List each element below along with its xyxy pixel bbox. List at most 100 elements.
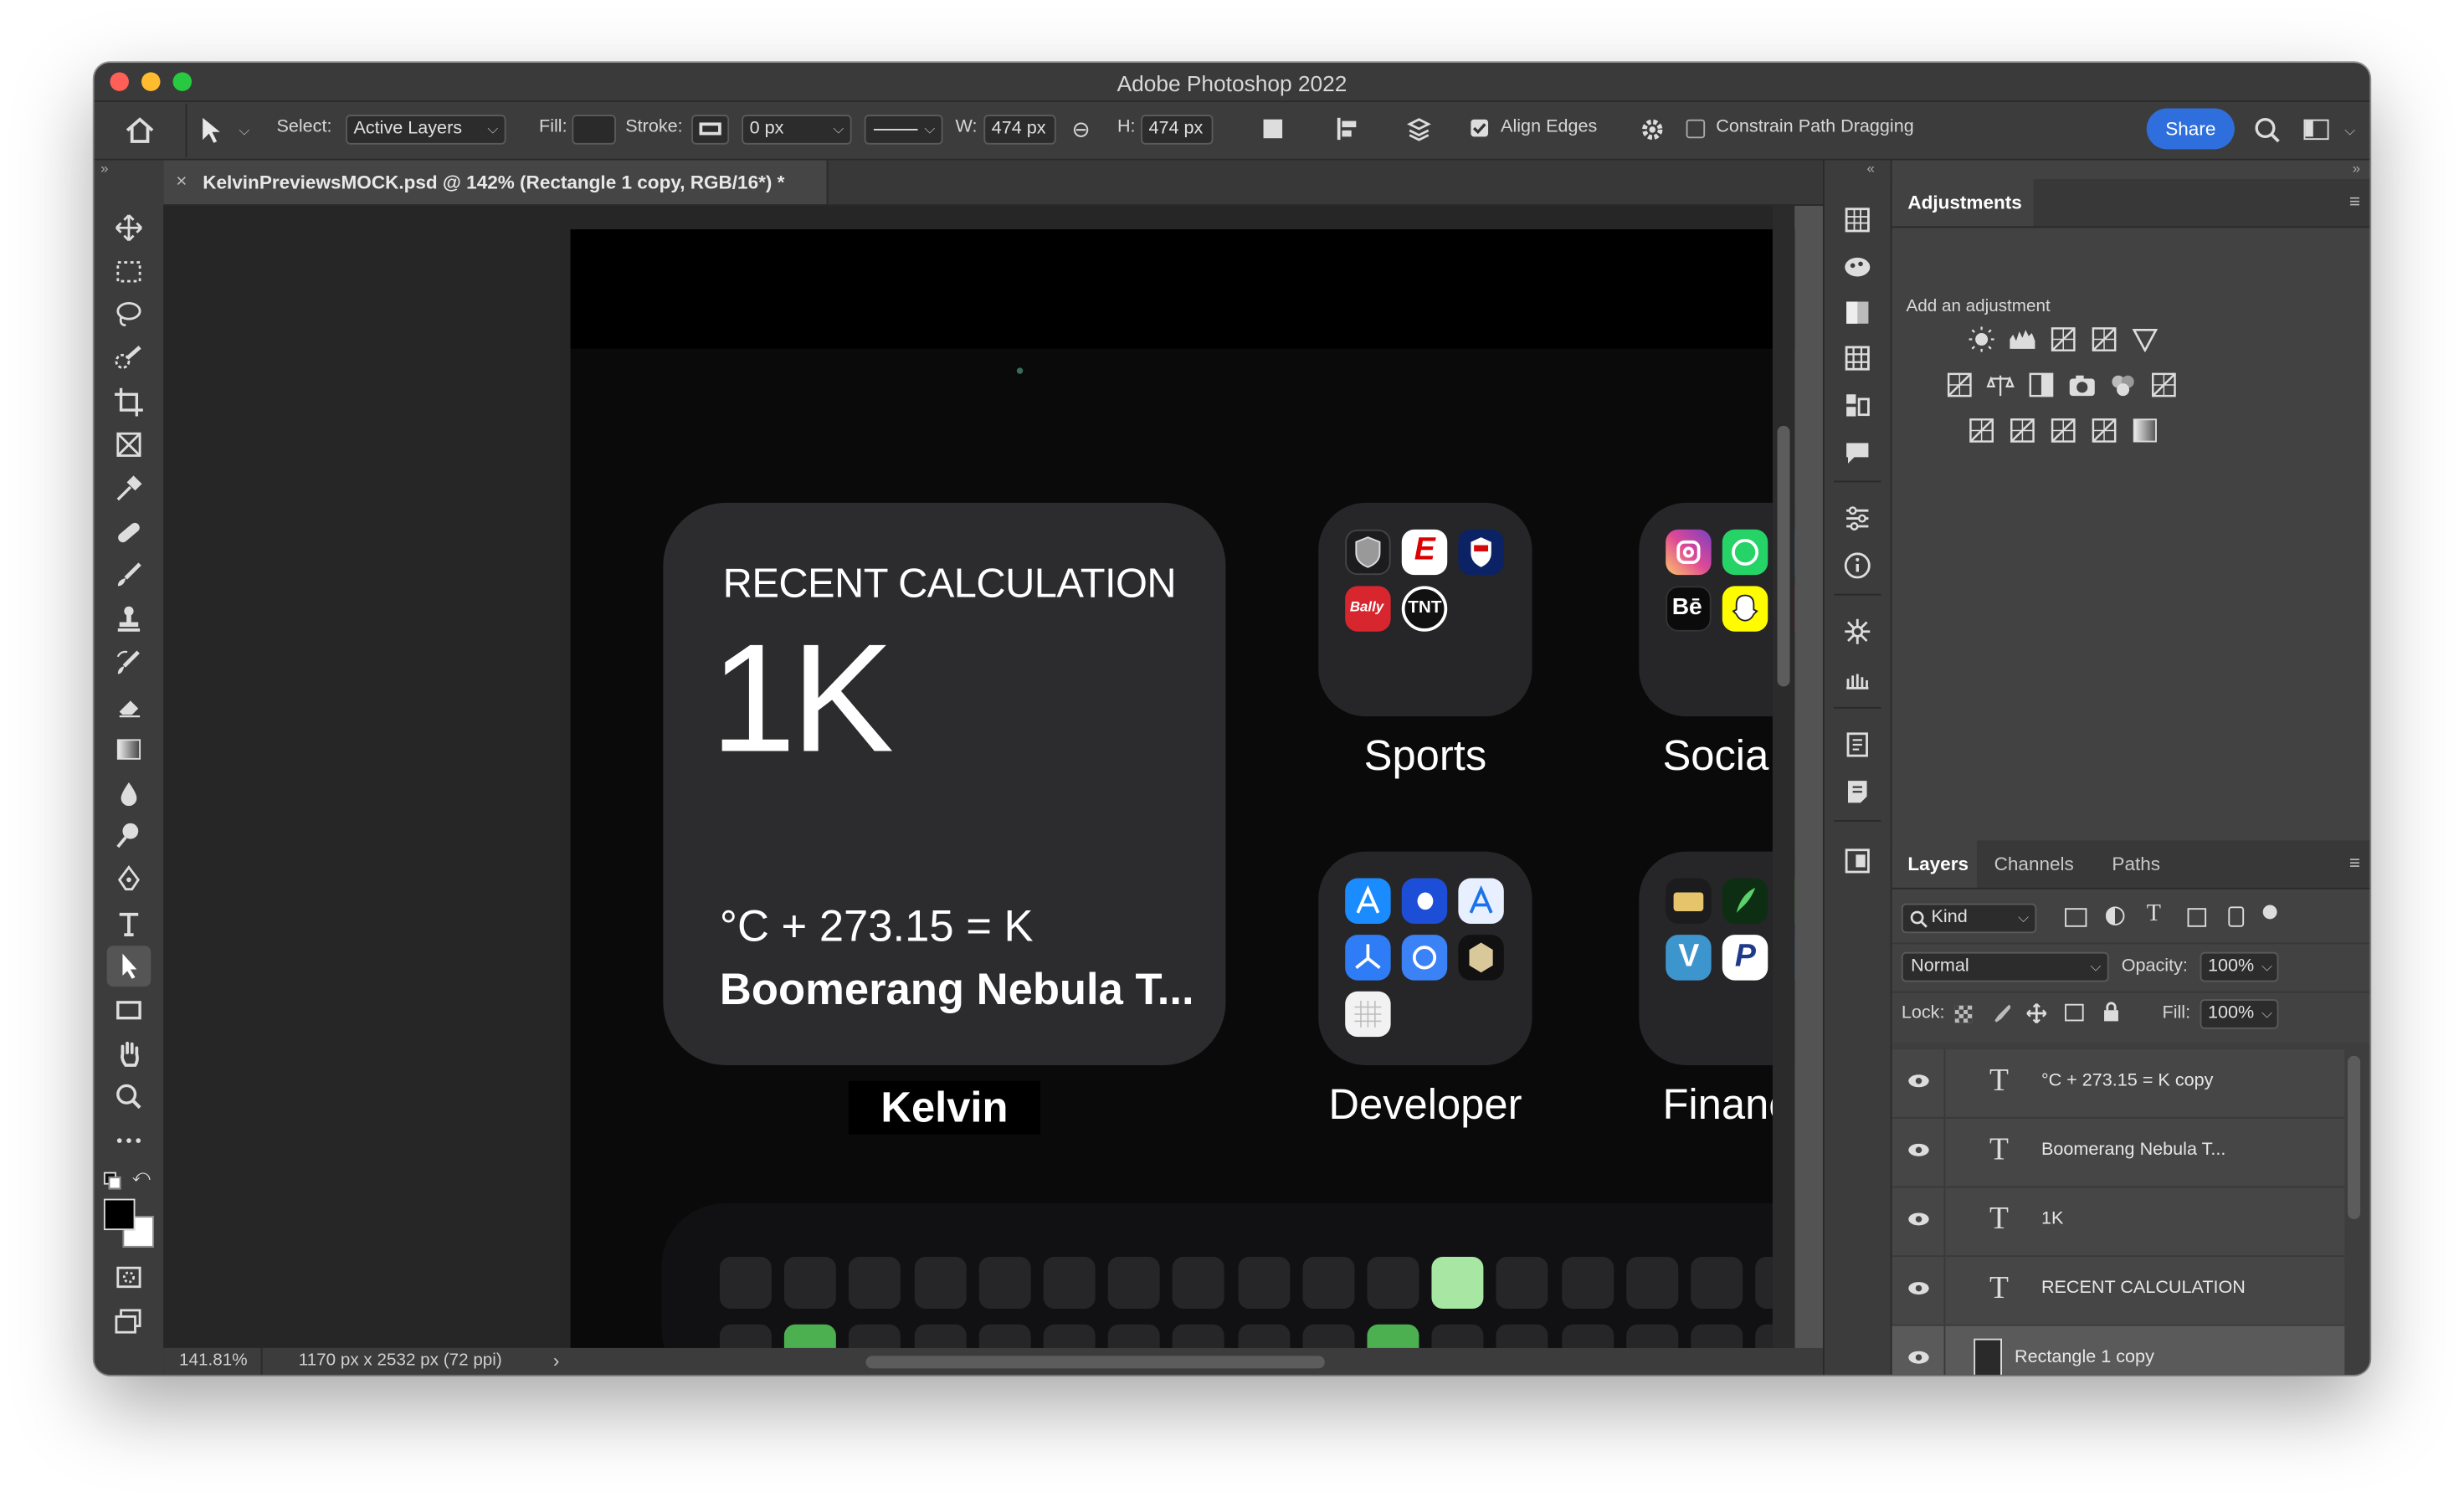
gradient-map-icon[interactable] (2131, 418, 2159, 443)
shape-layer-thumbnail[interactable] (1974, 1338, 2002, 1375)
artboard[interactable]: RECENT CALCULATION 1K °C + 273.15 = K Bo… (570, 229, 1795, 1348)
exposure-icon[interactable] (2090, 327, 2118, 352)
layers-menu-icon[interactable]: ≡ (2349, 852, 2360, 874)
layers-tab[interactable]: Layers (1907, 854, 1969, 875)
direct-selection-icon[interactable] (198, 115, 227, 146)
quick-selection-tool-icon[interactable] (107, 338, 151, 379)
glyphs-panel-icon[interactable] (1841, 729, 1873, 761)
link-icon[interactable]: ⊖ (1071, 116, 1090, 143)
libraries-panel-icon[interactable] (1841, 390, 1873, 422)
invert-icon[interactable] (1968, 418, 1996, 443)
fill-swatch[interactable] (572, 115, 616, 145)
close-tab-icon[interactable]: × (176, 170, 187, 192)
vertical-scrollbar[interactable] (1772, 205, 1795, 1348)
workspace-icon[interactable] (2303, 119, 2329, 141)
vertical-scroll-thumb[interactable] (1777, 425, 1790, 687)
panel-menu-icon[interactable]: ≡ (2349, 190, 2360, 212)
patterns-panel-icon[interactable] (1841, 342, 1873, 374)
gradient-tool-icon[interactable] (107, 729, 151, 770)
layers-list[interactable]: T °C + 273.15 = K copy T Boomerang Nebula T… (1892, 1043, 2370, 1375)
paragraph-panel-icon[interactable] (1841, 777, 1873, 808)
filter-type-icon[interactable]: T (2147, 902, 2161, 929)
canvas-area[interactable]: RECENT CALCULATION 1K °C + 273.15 = K Bo… (163, 205, 1795, 1348)
filter-adjustment-icon[interactable] (2105, 906, 2125, 925)
workspace-chevron-icon[interactable]: ⌵ (2344, 122, 2355, 140)
brightness-contrast-icon[interactable] (1968, 326, 1996, 352)
filter-shape-icon[interactable] (2187, 908, 2207, 927)
gear-icon[interactable] (1639, 116, 1666, 143)
posterize-icon[interactable] (2009, 418, 2037, 443)
stroke-width-field[interactable]: 0 px ⌵ (742, 115, 852, 145)
channels-tab[interactable]: Channels (1994, 854, 2074, 875)
rectangle-tool-icon[interactable] (107, 990, 151, 1031)
layer-row[interactable]: T °C + 273.15 = K copy (1892, 1049, 2345, 1119)
threshold-icon[interactable] (2049, 418, 2077, 443)
zoom-tool-icon[interactable] (107, 1076, 151, 1117)
adjustments-tab[interactable]: Adjustments (1907, 192, 2021, 213)
home-icon[interactable] (122, 113, 157, 147)
layer-row[interactable]: T 1K (1892, 1187, 2345, 1258)
color-panel-icon[interactable] (1841, 250, 1873, 282)
kelvin-widget[interactable]: RECENT CALCULATION 1K °C + 273.15 = K Bo… (663, 502, 1226, 1065)
sports-folder[interactable]: E Bally TNT (1318, 502, 1532, 717)
visibility-eye-icon[interactable] (1907, 1142, 1929, 1158)
stroke-type-dropdown[interactable]: ⌵ (864, 115, 943, 145)
blend-mode-dropdown[interactable]: Normal ⌵ (1901, 951, 2109, 982)
brushes-panel-icon[interactable] (1841, 663, 1873, 695)
share-button[interactable]: Share (2146, 108, 2235, 150)
lock-transparent-icon[interactable] (1954, 1005, 1973, 1023)
info-panel-icon[interactable] (1841, 550, 1873, 582)
chevron-down-icon[interactable]: ⌵ (239, 122, 249, 140)
fill-field[interactable]: 100% ⌵ (2200, 999, 2279, 1029)
path-arrangement-icon[interactable] (1405, 115, 1434, 143)
layer-row[interactable]: Rectangle 1 copy (1892, 1325, 2345, 1375)
comments-panel-icon[interactable] (1841, 437, 1873, 469)
path-selection-tool-icon[interactable] (106, 946, 151, 987)
layer-filter-dropdown[interactable]: Kind ⌵ (1901, 903, 2037, 934)
collapse-strip-icon[interactable]: « (1867, 161, 1875, 177)
history-brush-tool-icon[interactable] (107, 643, 151, 684)
swatches-panel-icon[interactable] (1841, 297, 1873, 329)
collapse-icon[interactable]: » (100, 161, 108, 177)
document-tab[interactable]: × KelvinPreviewsMOCK.psd @ 142% (Rectang… (163, 160, 829, 205)
frame-tool-icon[interactable] (107, 424, 151, 465)
select-dropdown[interactable]: Active Layers ⌵ (346, 115, 506, 145)
filter-toggle-icon[interactable] (2262, 905, 2277, 920)
layer-row[interactable]: T Boomerang Nebula T... (1892, 1118, 2345, 1188)
swap-colors-icon[interactable]: ⤺ (132, 1167, 151, 1187)
hand-tool-icon[interactable] (107, 1033, 151, 1074)
healing-brush-tool-icon[interactable] (107, 512, 151, 553)
color-balance-icon[interactable] (1986, 372, 2015, 397)
filter-pixel-icon[interactable] (2065, 908, 2087, 927)
path-alignment-icon[interactable] (1336, 116, 1361, 141)
brush-tool-icon[interactable] (107, 555, 151, 596)
developer-folder[interactable] (1318, 851, 1532, 1065)
more-tools-icon[interactable] (107, 1120, 151, 1161)
screen-mode-icon[interactable] (107, 1301, 151, 1342)
visibility-eye-icon[interactable] (1907, 1350, 1929, 1366)
eraser-tool-icon[interactable] (107, 685, 151, 726)
lock-all-icon[interactable] (2101, 1001, 2121, 1023)
selective-color-icon[interactable] (2090, 418, 2118, 443)
visibility-eye-icon[interactable] (1907, 1212, 1929, 1228)
collapse-panels-icon[interactable]: » (2353, 161, 2360, 177)
lock-artboard-icon[interactable] (2065, 1003, 2084, 1022)
lasso-tool-icon[interactable] (107, 294, 151, 335)
dodge-tool-icon[interactable] (107, 815, 151, 856)
finance-folder[interactable]: V P (1639, 851, 1795, 1065)
quick-mask-icon[interactable] (107, 1257, 151, 1298)
vibrance-icon[interactable] (2131, 327, 2159, 353)
histogram-panel-icon[interactable] (1841, 204, 1873, 236)
hue-saturation-icon[interactable] (1945, 372, 1974, 397)
width-field[interactable]: 474 px (983, 115, 1056, 145)
brush-settings-panel-icon[interactable] (1841, 616, 1873, 648)
social-folder[interactable]: Bē (1639, 502, 1795, 717)
filter-smart-object-icon[interactable] (2228, 906, 2245, 927)
constrain-path-checkbox[interactable] (1686, 119, 1706, 139)
zoom-level[interactable]: 141.81% (179, 1351, 248, 1371)
lock-pixels-icon[interactable] (1991, 1002, 2013, 1024)
visibility-eye-icon[interactable] (1907, 1073, 1929, 1089)
black-white-icon[interactable] (2027, 372, 2056, 397)
document-info[interactable]: 1170 px x 2532 px (72 ppi) (299, 1351, 502, 1371)
status-expand-icon[interactable]: › (553, 1350, 560, 1371)
